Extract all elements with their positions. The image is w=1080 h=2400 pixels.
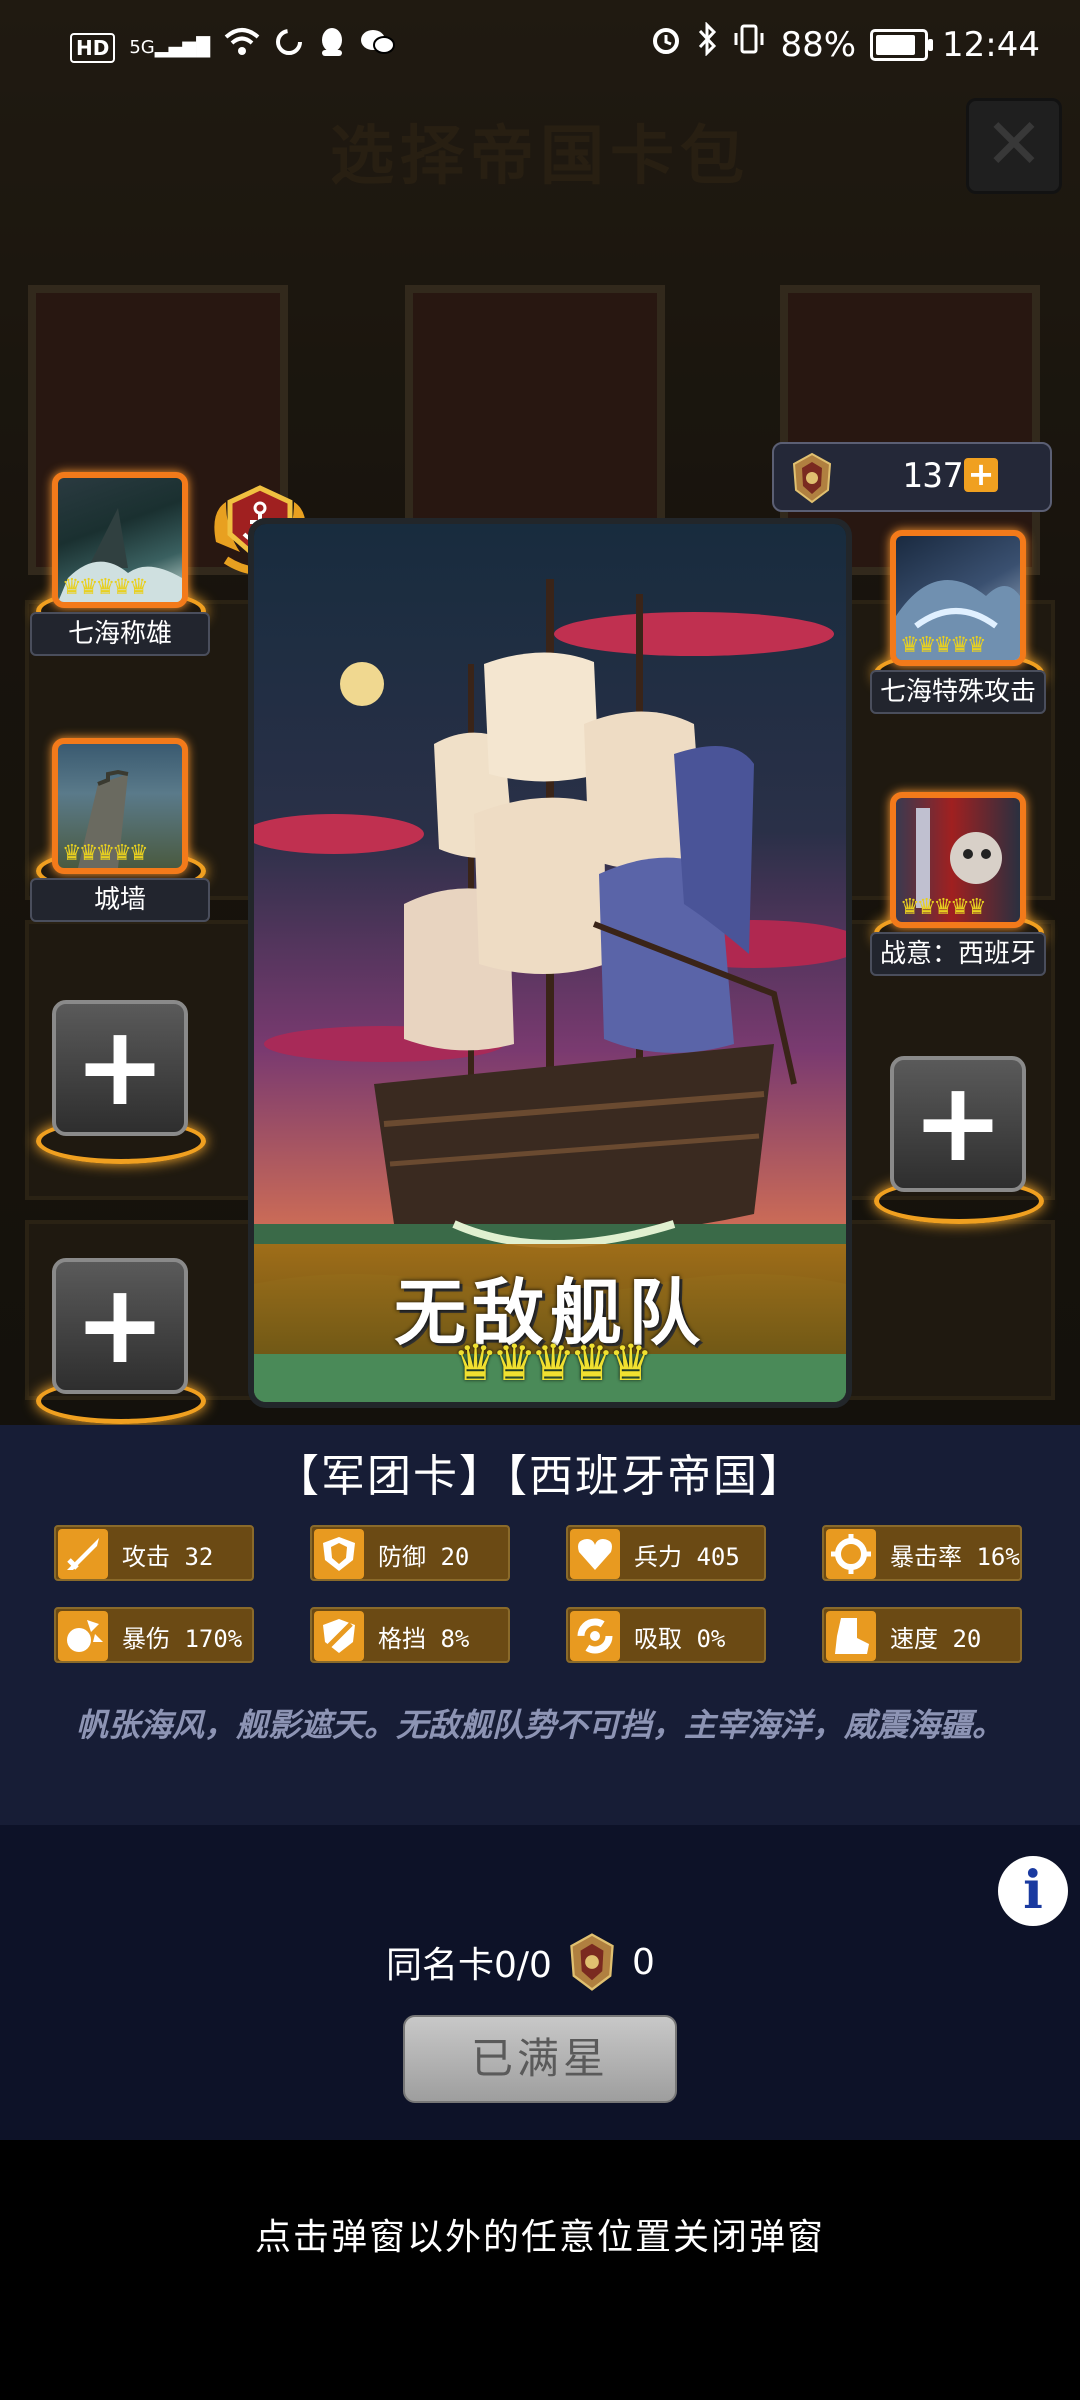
stat-label: 吸取 0% xyxy=(634,1625,726,1653)
stat-label: 防御 20 xyxy=(378,1543,470,1571)
slot-label: 战意：西班牙 xyxy=(870,932,1046,976)
qq-icon xyxy=(318,26,346,69)
stat-label: 格挡 8% xyxy=(378,1625,470,1653)
stat-crit-damage: 暴伤 170% xyxy=(54,1607,254,1663)
slot-label: 七海特殊攻击 xyxy=(870,670,1046,714)
slot-crowns: ♛♛♛♛♛ xyxy=(900,895,987,920)
alarm-icon xyxy=(650,23,682,66)
stat-crit-rate: 暴击率 16% xyxy=(822,1525,1022,1581)
block-icon xyxy=(314,1611,364,1661)
stat-block: 格挡 8% xyxy=(310,1607,510,1663)
card-description: 帆张海风，舰影遮天。无敌舰队势不可挡，主宰海洋，威震海疆。 xyxy=(75,1706,1004,1744)
shield-icon xyxy=(314,1529,364,1579)
add-resource-button[interactable]: + xyxy=(964,458,998,492)
add-slot-button[interactable]: + xyxy=(52,1000,188,1136)
main-card: 无敌舰队 ♛♛♛♛♛ xyxy=(248,518,852,1408)
stat-defense: 防御 20 xyxy=(310,1525,510,1581)
stat-troops: 兵力 405 xyxy=(566,1525,766,1581)
skill-slot-left-1[interactable]: ♛♛♛♛♛ 七海称雄 xyxy=(30,472,210,656)
slot-crowns: ♛♛♛♛♛ xyxy=(900,633,987,658)
close-hint[interactable]: 点击弹窗以外的任意位置关闭弹窗 xyxy=(0,2208,1080,2260)
crest-icon xyxy=(570,1933,614,1991)
slot-crowns: ♛♛♛♛♛ xyxy=(62,841,149,866)
duplicate-label: 同名卡0/0 xyxy=(386,1945,552,1986)
add-slot-button[interactable]: + xyxy=(52,1258,188,1394)
stat-speed: 速度 20 xyxy=(822,1607,1022,1663)
hd-icon: HD xyxy=(70,32,116,63)
crosshair-icon xyxy=(826,1529,876,1579)
sword-icon xyxy=(58,1529,108,1579)
stat-label: 速度 20 xyxy=(890,1625,982,1653)
full-star-button[interactable]: 已满星 xyxy=(403,2015,677,2103)
stat-label: 暴击率 16% xyxy=(890,1543,1020,1571)
slot-label: 七海称雄 xyxy=(30,612,210,656)
skill-slot-left-2[interactable]: ♛♛♛♛♛ 城墙 xyxy=(30,738,210,922)
card-tags: 【军团卡】【西班牙帝国】 xyxy=(275,1451,805,1502)
status-bar: HD 5G▂▄▆█ 88% 12:44 xyxy=(0,0,1080,95)
heart-icon xyxy=(570,1529,620,1579)
wifi-icon xyxy=(224,27,260,68)
stat-label: 攻击 32 xyxy=(122,1543,214,1571)
vibrate-icon xyxy=(732,23,766,66)
resource-counter: 137 + xyxy=(772,442,1052,512)
resource-value: 137 xyxy=(902,456,964,496)
signal-icon: 5G▂▄▆█ xyxy=(129,36,211,58)
battery-percent: 88% xyxy=(780,24,857,65)
duplicate-crest-count: 0 xyxy=(631,1941,655,1983)
burst-icon xyxy=(58,1611,108,1661)
add-slot-button[interactable]: + xyxy=(890,1056,1026,1192)
drain-icon xyxy=(570,1611,620,1661)
stat-drain: 吸取 0% xyxy=(566,1607,766,1663)
wechat-icon xyxy=(360,27,396,68)
battery-fill xyxy=(876,34,916,55)
slot-label: 城墙 xyxy=(30,878,210,922)
signal-label: 5G xyxy=(129,36,155,58)
slot-crowns: ♛♛♛♛♛ xyxy=(62,575,149,600)
crest-icon xyxy=(792,452,832,504)
stat-attack: 攻击 32 xyxy=(54,1525,254,1581)
duplicate-card-count: 同名卡0/0 0 xyxy=(386,1930,655,1994)
sync-icon xyxy=(274,27,304,68)
bluetooth-icon xyxy=(696,21,718,67)
card-star-crowns: ♛♛♛♛♛ xyxy=(452,1334,653,1392)
boot-icon xyxy=(826,1611,876,1661)
battery-icon xyxy=(870,28,934,61)
stat-label: 兵力 405 xyxy=(634,1543,740,1571)
skill-slot-right-1[interactable]: ♛♛♛♛♛ 七海特殊攻击 xyxy=(870,530,1046,714)
skill-slot-right-2[interactable]: ♛♛♛♛♛ 战意：西班牙 xyxy=(870,792,1046,976)
info-button[interactable]: i xyxy=(998,1856,1068,1926)
stat-label: 暴伤 170% xyxy=(122,1625,243,1653)
clock: 12:44 xyxy=(942,24,1040,65)
